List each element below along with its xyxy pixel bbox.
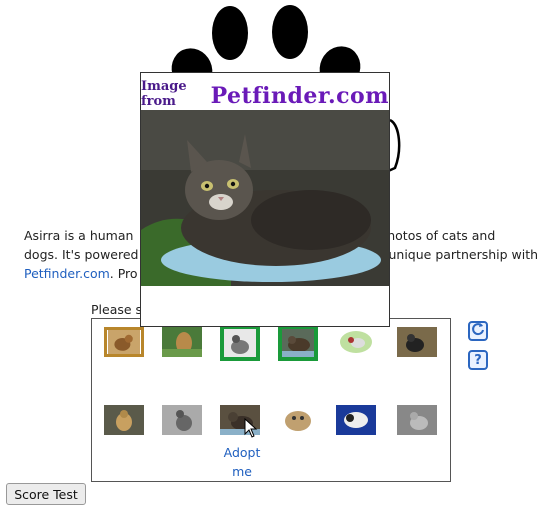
popup-header-prefix: Image from bbox=[141, 79, 187, 109]
popup-header-brand: Petfinder.com bbox=[210, 83, 389, 109]
desc-text-3: . Pro bbox=[109, 266, 138, 281]
cat-photo bbox=[141, 110, 389, 286]
refresh-icon bbox=[471, 322, 485, 340]
help-button[interactable]: ? bbox=[468, 350, 488, 370]
pet-thumbnail-selected[interactable] bbox=[220, 325, 260, 361]
selection-prompt: Please s bbox=[91, 302, 143, 317]
desc-text-1: Asirra is a human bbox=[24, 228, 134, 243]
pet-thumbnail[interactable] bbox=[162, 327, 202, 357]
desc-text-2: dogs. It's powered bbox=[24, 247, 139, 262]
adopt-me-link[interactable]: Adopt me bbox=[216, 443, 268, 481]
desc-text-2b: unique partnership with bbox=[388, 247, 539, 262]
help-icon: ? bbox=[474, 352, 482, 368]
pet-thumbnail[interactable] bbox=[104, 405, 144, 435]
pet-thumbnail[interactable] bbox=[336, 405, 376, 435]
captcha-image-grid: Adopt me bbox=[91, 318, 451, 482]
pet-thumbnail[interactable] bbox=[397, 327, 437, 357]
mouse-cursor bbox=[244, 418, 258, 438]
pet-thumbnail[interactable] bbox=[278, 405, 318, 435]
pet-thumbnail[interactable] bbox=[336, 327, 376, 357]
popup-header: Image from Petfinder.com bbox=[141, 75, 389, 109]
pet-thumbnail[interactable] bbox=[397, 405, 437, 435]
petfinder-link[interactable]: Petfinder.com bbox=[24, 266, 110, 281]
refresh-button[interactable] bbox=[468, 321, 488, 341]
score-test-button[interactable]: Score Test bbox=[6, 483, 86, 505]
pet-thumbnail[interactable] bbox=[162, 405, 202, 435]
enlarged-image-popup: Image from Petfinder.com bbox=[140, 72, 390, 327]
pet-thumbnail[interactable] bbox=[104, 327, 144, 357]
pet-thumbnail-selected[interactable] bbox=[278, 325, 318, 361]
